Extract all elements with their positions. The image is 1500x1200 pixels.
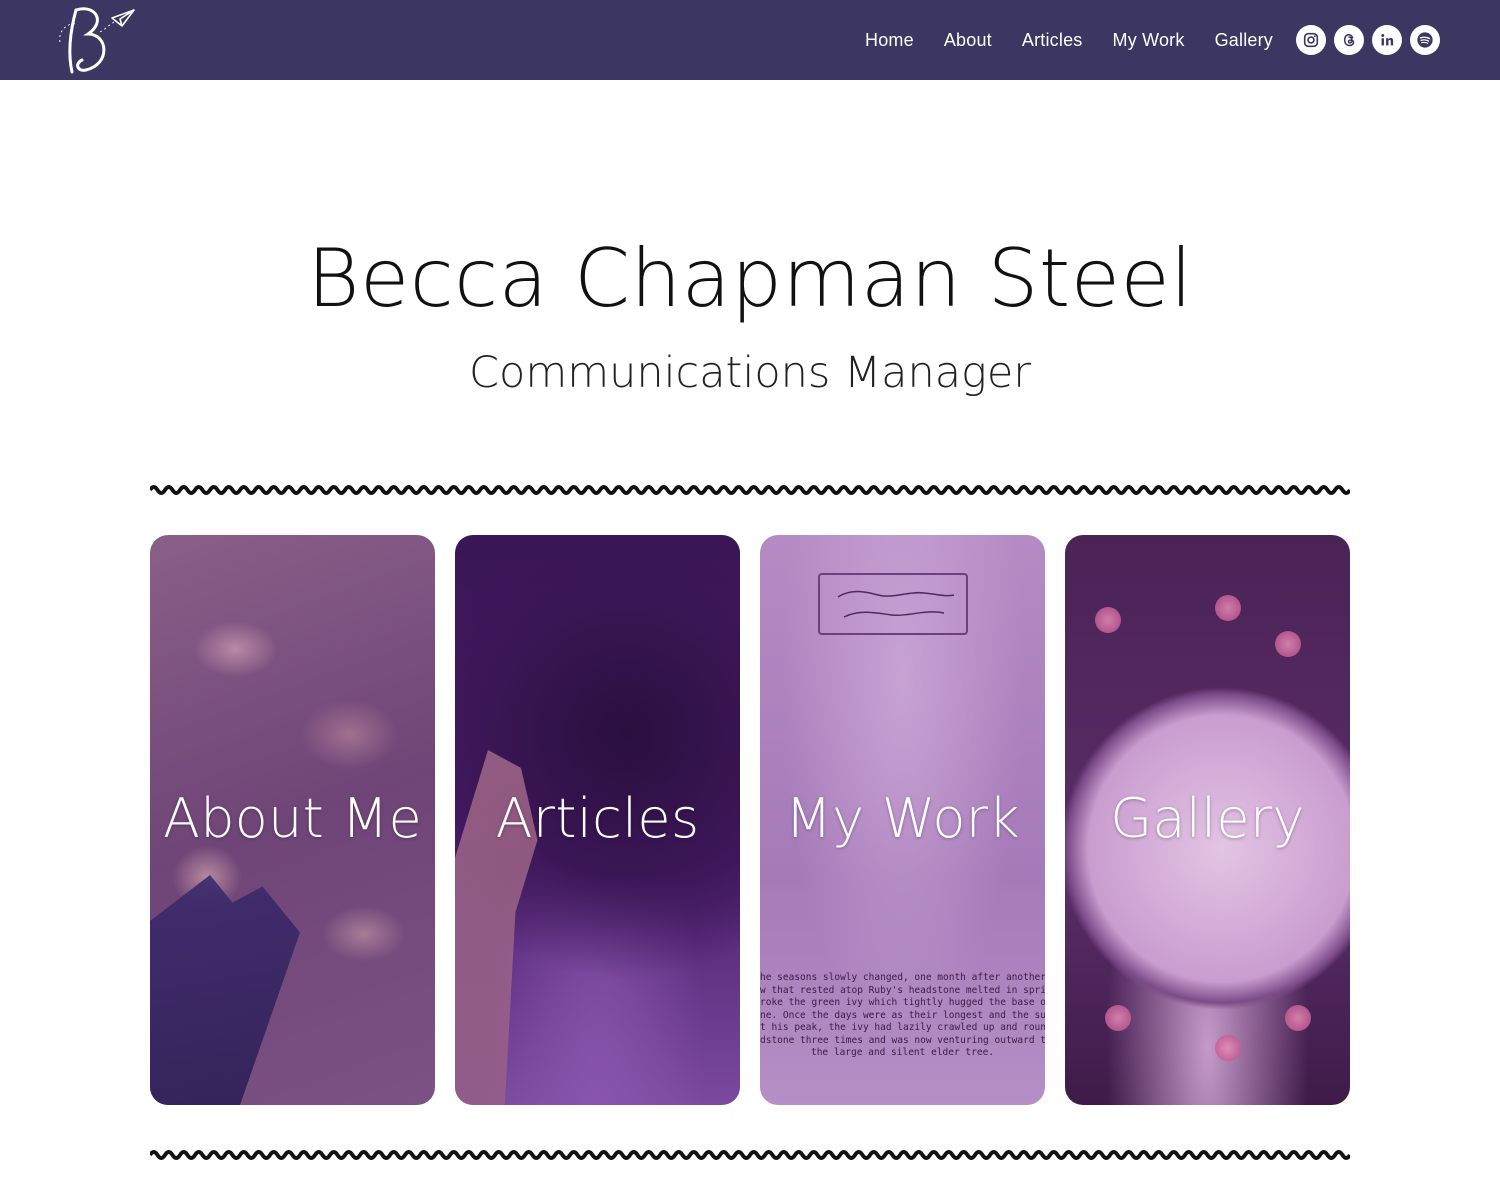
card-about-me[interactable]: About Me [150,535,435,1105]
card-articles[interactable]: Articles [455,535,740,1105]
section-cards: About Me Articles he seasons slowly chan… [150,535,1350,1105]
card-label: My Work [785,787,1020,850]
card-label: Gallery [1110,787,1305,850]
book-title-lettering [837,590,955,618]
book-paragraph: he seasons slowly changed, one month aft… [760,972,1045,1058]
nav-articles[interactable]: Articles [1022,30,1083,51]
nav-my-work[interactable]: My Work [1113,30,1185,51]
card-label: Articles [495,787,700,850]
nav-home[interactable]: Home [865,30,914,51]
card-my-work[interactable]: he seasons slowly changed, one month aft… [760,535,1045,1105]
social-links [1296,25,1440,55]
page-subtitle: Communications Manager [469,348,1031,398]
nav-gallery[interactable]: Gallery [1215,30,1273,51]
site-header: Home About Articles My Work Gallery [0,0,1500,80]
nav-about[interactable]: About [944,30,992,51]
threads-icon[interactable] [1334,25,1364,55]
instagram-icon[interactable] [1296,25,1326,55]
page-title: Becca Chapman Steel [307,232,1193,325]
wave-divider-top [150,485,1350,495]
wave-divider-bottom [150,1150,1350,1160]
spotify-icon[interactable] [1410,25,1440,55]
book-title-frame [818,573,968,635]
linkedin-icon[interactable] [1372,25,1402,55]
logo-icon[interactable] [56,2,138,78]
card-label: About Me [162,787,423,850]
card-gallery[interactable]: Gallery [1065,535,1350,1105]
main-nav: Home About Articles My Work Gallery [865,0,1273,80]
